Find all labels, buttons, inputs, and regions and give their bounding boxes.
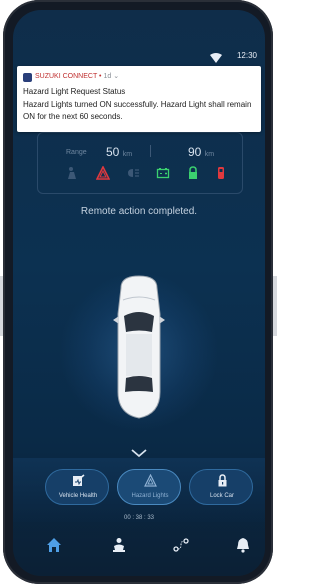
car-top-view-image	[113, 275, 165, 419]
push-notification[interactable]: SUZUKI CONNECT • 1d ⌄ Hazard Light Reque…	[17, 66, 261, 132]
vehicle-health-icon	[73, 474, 85, 486]
second-value: 90 km	[188, 145, 215, 159]
notification-title: Hazard Light Request Status	[23, 87, 126, 96]
hazard-warning-icon	[95, 165, 111, 180]
signal-icon	[210, 53, 222, 63]
status-bar: 12:30	[13, 10, 265, 70]
dashboard-warning-icons	[38, 165, 244, 184]
range-label: Range	[66, 149, 87, 156]
lock-icon	[218, 474, 227, 487]
bell-icon[interactable]	[235, 537, 251, 553]
home-icon[interactable]	[46, 537, 62, 553]
lock-car-label: Lock Car	[209, 493, 234, 499]
headlight-icon	[126, 166, 140, 180]
range-value: 50 km	[106, 145, 133, 159]
lock-car-button[interactable]: Lock Car	[189, 469, 253, 505]
dash-divider	[150, 145, 151, 157]
hazard-lights-label: Hazard Lights	[131, 493, 169, 499]
door-lock-icon	[186, 166, 200, 180]
seatbelt-icon	[66, 166, 80, 180]
vehicle-health-button[interactable]: Vehicle Health	[45, 469, 109, 505]
route-icon[interactable]	[173, 537, 189, 553]
expand-chevron-icon[interactable]	[130, 448, 148, 458]
door-alert-icon	[214, 166, 228, 180]
notification-body: Hazard Lights turned ON successfully. Ha…	[23, 100, 252, 121]
hazard-lights-button[interactable]: Hazard Lights	[117, 469, 181, 505]
vehicle-dashboard: Range 50 km 90 km	[37, 132, 243, 194]
hazard-icon	[144, 474, 157, 487]
app-icon	[23, 73, 32, 82]
remote-status-message: Remote action completed.	[80, 206, 198, 217]
status-time: 12:30	[236, 51, 257, 60]
notification-header: SUZUKI CONNECT • 1d ⌄	[35, 73, 120, 80]
vehicle-health-label: Vehicle Health	[58, 493, 98, 499]
battery-icon	[156, 166, 170, 180]
hazard-timer: 00 : 38 : 33	[123, 515, 155, 521]
driver-icon[interactable]	[111, 537, 127, 553]
